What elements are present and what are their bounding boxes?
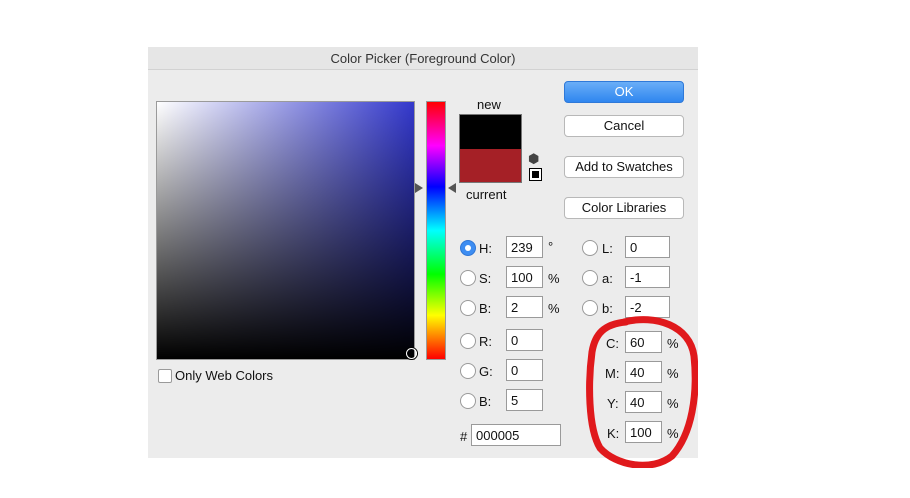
hex-label: #: [460, 429, 468, 444]
only-web-colors-checkbox[interactable]: [158, 369, 172, 383]
current-color-swatch[interactable]: [459, 149, 522, 183]
lab-a-label: a:: [602, 271, 613, 286]
lab-b-radio[interactable]: [582, 300, 598, 316]
color-field-cursor[interactable]: [406, 348, 417, 359]
hue-label: H:: [479, 241, 492, 256]
hue-radio[interactable]: [460, 240, 476, 256]
lab-l-input[interactable]: [625, 236, 670, 258]
dialog-title: Color Picker (Foreground Color): [330, 51, 516, 66]
saturation-input[interactable]: [506, 266, 543, 288]
saturation-radio[interactable]: [460, 270, 476, 286]
add-to-swatches-button[interactable]: Add to Swatches: [564, 156, 684, 178]
hue-slider-right-arrow[interactable]: [448, 183, 456, 193]
lab-b-input[interactable]: [625, 296, 670, 318]
brightness-input[interactable]: [506, 296, 543, 318]
brightness-label: B:: [479, 301, 492, 316]
title-bar[interactable]: Color Picker (Foreground Color): [148, 47, 698, 70]
web-safe-swatch-icon[interactable]: [529, 168, 542, 181]
hue-slider[interactable]: [426, 101, 446, 360]
red-radio[interactable]: [460, 333, 476, 349]
cancel-button[interactable]: Cancel: [564, 115, 684, 137]
new-label: new: [477, 97, 501, 112]
hue-input[interactable]: [506, 236, 543, 258]
lab-a-radio[interactable]: [582, 270, 598, 286]
brightness-radio[interactable]: [460, 300, 476, 316]
hex-input[interactable]: [471, 424, 561, 446]
saturation-unit: %: [548, 271, 560, 286]
green-label: G:: [479, 364, 493, 379]
new-color-swatch: [459, 114, 522, 149]
current-label: current: [466, 187, 507, 202]
saturation-label: S:: [479, 271, 492, 286]
green-input[interactable]: [506, 359, 543, 381]
only-web-colors-label[interactable]: Only Web Colors: [175, 368, 273, 383]
brightness-unit: %: [548, 301, 560, 316]
hue-slider-left-arrow[interactable]: [415, 183, 423, 193]
lab-a-input[interactable]: [625, 266, 670, 288]
color-libraries-button[interactable]: Color Libraries: [564, 197, 684, 219]
lab-b-label: b:: [602, 301, 613, 316]
color-field[interactable]: [156, 101, 417, 360]
blue-label: B:: [479, 394, 492, 409]
ok-button[interactable]: OK: [564, 81, 684, 103]
red-label: R:: [479, 334, 492, 349]
red-circle-annotation: [586, 316, 698, 468]
red-input[interactable]: [506, 329, 543, 351]
blue-radio[interactable]: [460, 393, 476, 409]
blue-input[interactable]: [506, 389, 543, 411]
hue-unit: °: [548, 239, 554, 254]
lab-l-radio[interactable]: [582, 240, 598, 256]
out-of-gamut-cube-icon[interactable]: ⬢: [528, 151, 539, 167]
green-radio[interactable]: [460, 363, 476, 379]
lab-l-label: L:: [602, 241, 613, 256]
